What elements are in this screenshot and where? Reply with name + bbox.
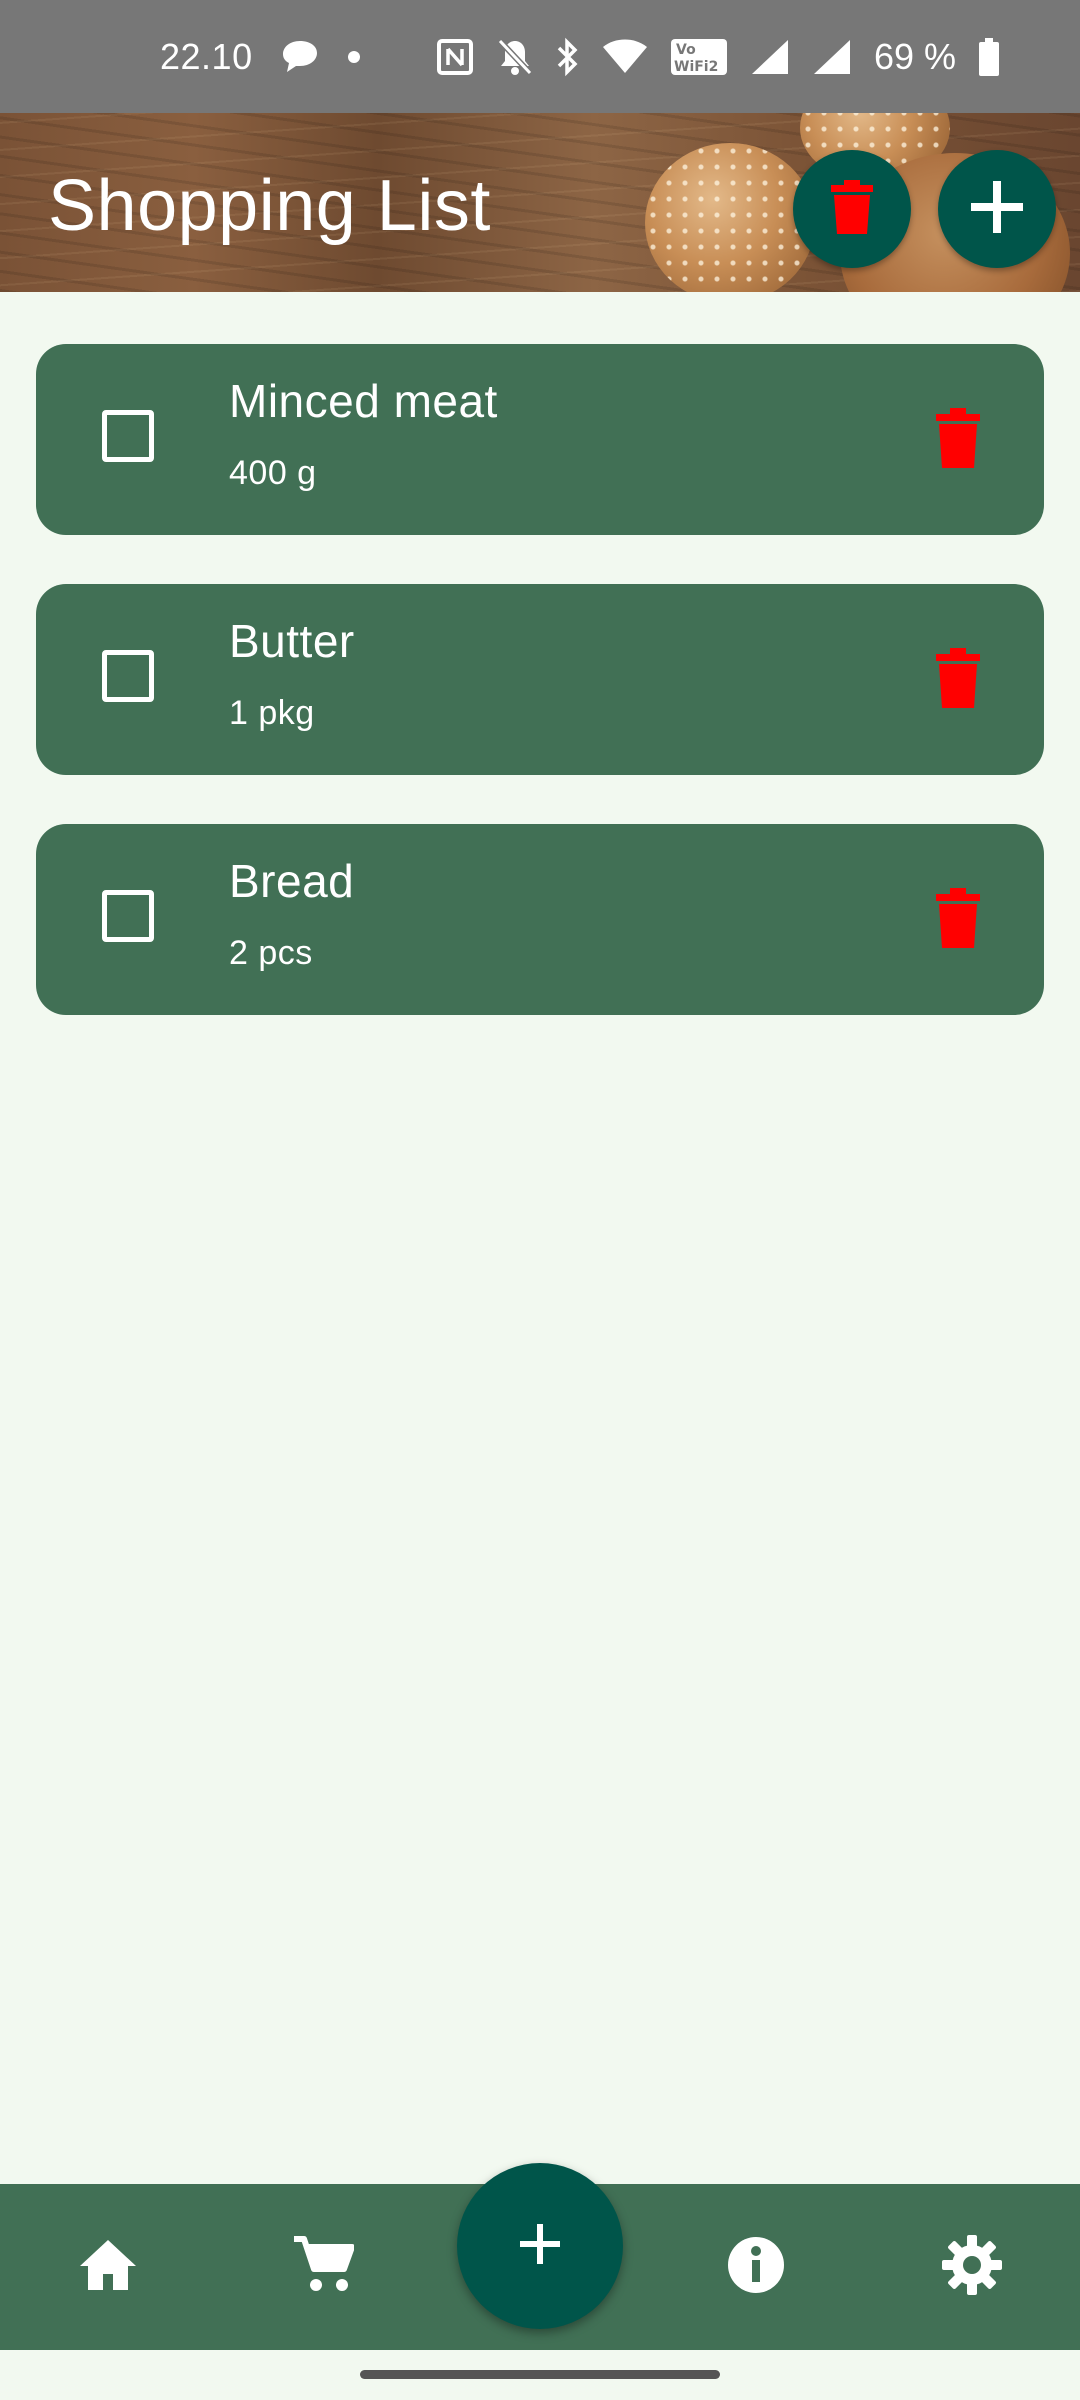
trash-icon: [936, 887, 980, 953]
dot-icon: [347, 50, 361, 64]
status-bar: 22.10 Vo WiFi2 69 %: [0, 0, 1080, 113]
item-quantity: 1 pkg: [229, 694, 315, 732]
nav-home[interactable]: [48, 2184, 168, 2350]
list-item[interactable]: Butter 1 pkg: [36, 584, 1044, 775]
trash-icon: [831, 179, 873, 239]
info-icon: [726, 2235, 786, 2300]
home-indicator[interactable]: [360, 2370, 720, 2379]
svg-text:WiFi2: WiFi2: [674, 59, 718, 75]
status-time: 22.10: [160, 35, 253, 77]
item-name: Minced meat: [229, 375, 498, 427]
add-item-fab[interactable]: [457, 2163, 623, 2329]
delete-item-button[interactable]: [930, 887, 986, 953]
trash-icon: [936, 407, 980, 473]
signal-icon: [750, 38, 790, 76]
item-name: Butter: [229, 615, 355, 667]
trash-icon: [936, 647, 980, 713]
bread-image: [645, 143, 815, 292]
item-checkbox[interactable]: [102, 410, 154, 462]
item-quantity: 2 pcs: [229, 934, 313, 972]
chat-bubble-icon: [281, 39, 319, 75]
item-checkbox[interactable]: [102, 650, 154, 702]
page-title: Shopping List: [48, 166, 491, 246]
battery-percent: 69 %: [873, 35, 956, 77]
nav-info[interactable]: [696, 2184, 816, 2350]
vowifi-icon: Vo WiFi2: [670, 38, 728, 76]
nav-cart[interactable]: [263, 2184, 383, 2350]
delete-all-button[interactable]: [793, 150, 911, 268]
item-checkbox[interactable]: [102, 890, 154, 942]
item-quantity: 400 g: [229, 454, 317, 492]
cart-icon: [292, 2235, 355, 2300]
plus-icon: [518, 2222, 562, 2271]
item-name: Bread: [229, 855, 355, 907]
plus-icon: [969, 179, 1025, 240]
delete-item-button[interactable]: [930, 407, 986, 473]
battery-icon: [978, 37, 1000, 77]
bluetooth-icon: [556, 37, 580, 77]
shopping-list: Minced meat 400 g Butter 1 pkg Bread 2 p…: [36, 344, 1044, 1064]
add-item-header-button[interactable]: [938, 150, 1056, 268]
nav-settings[interactable]: [912, 2184, 1032, 2350]
signal-icon: [812, 38, 852, 76]
nfc-icon: [436, 38, 474, 76]
svg-text:Vo: Vo: [676, 42, 696, 58]
bell-off-icon: [496, 37, 534, 77]
app-screen: 22.10 Vo WiFi2 69 % Shopping List Minced…: [0, 0, 1080, 2400]
app-header: Shopping List: [0, 113, 1080, 292]
delete-item-button[interactable]: [930, 647, 986, 713]
list-item[interactable]: Bread 2 pcs: [36, 824, 1044, 1015]
home-icon: [78, 2238, 138, 2297]
list-item[interactable]: Minced meat 400 g: [36, 344, 1044, 535]
wifi-icon: [602, 39, 648, 75]
settings-icon: [941, 2234, 1003, 2301]
